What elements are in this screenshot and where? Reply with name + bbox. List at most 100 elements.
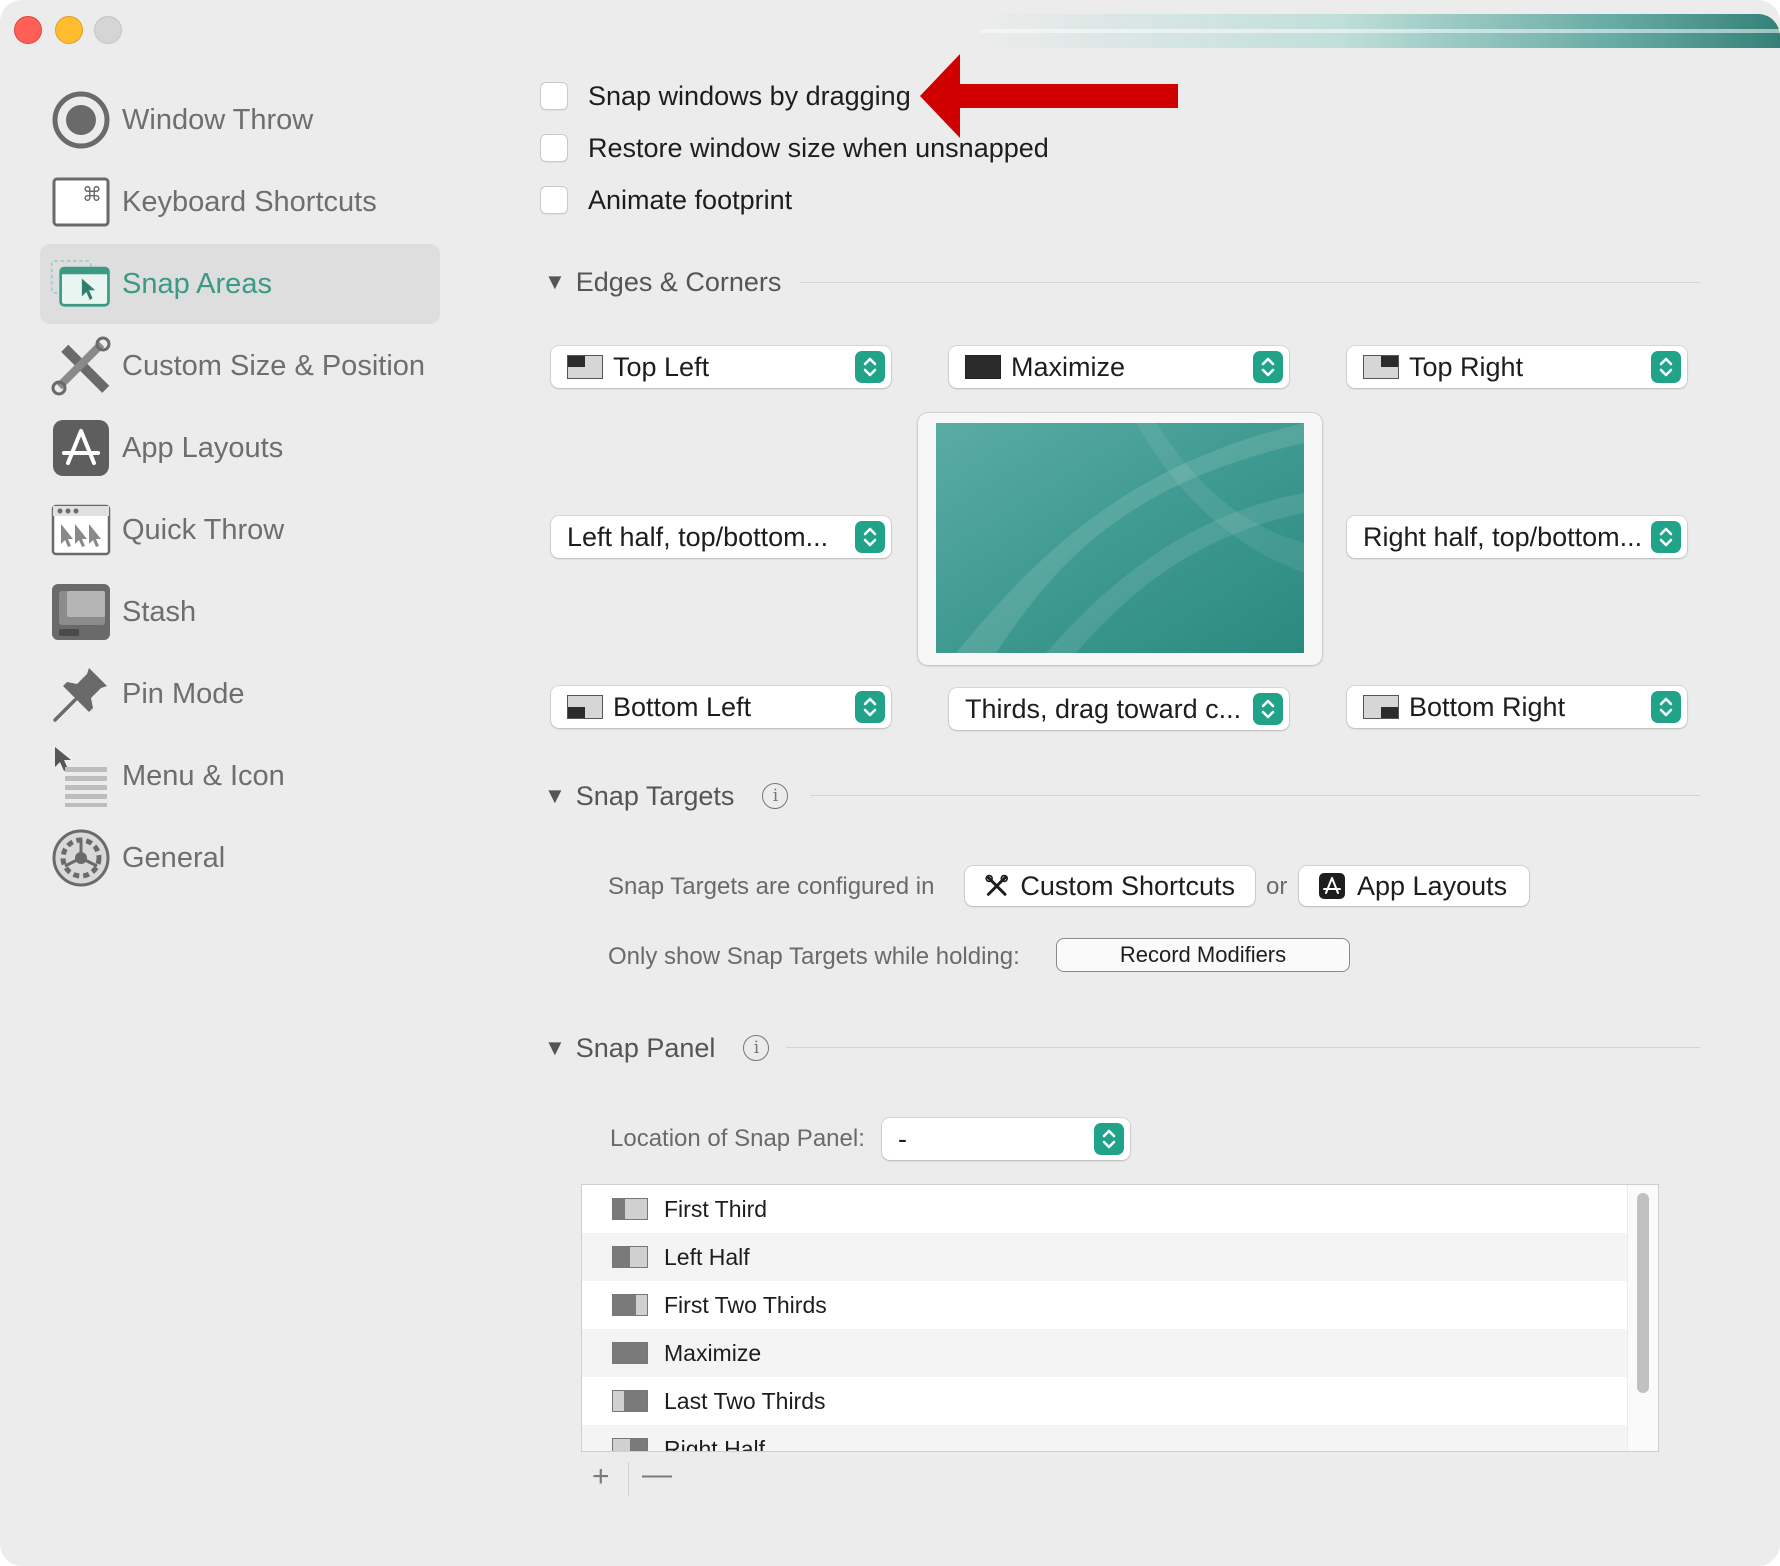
restore-size-label: Restore window size when unsnapped xyxy=(588,132,1049,163)
animate-footprint-checkbox[interactable] xyxy=(540,186,568,214)
sidebar-item-label: Pin Mode xyxy=(122,677,245,710)
window-throw-icon xyxy=(50,89,112,151)
list-controls-divider xyxy=(628,1462,629,1496)
sidebar-item-quick-throw[interactable]: Quick Throw xyxy=(40,490,440,570)
sidebar-item-label: Quick Throw xyxy=(122,513,285,546)
list-item[interactable]: Right Half xyxy=(582,1425,1630,1451)
snap-by-dragging-checkbox[interactable] xyxy=(540,82,568,110)
maximize-layout-icon xyxy=(965,355,1001,379)
close-button[interactable] xyxy=(14,16,42,44)
list-item[interactable]: Left Half xyxy=(582,1233,1630,1281)
stepper-chevrons-icon xyxy=(855,691,885,723)
app-layouts-icon xyxy=(1319,873,1345,899)
snap-panel-location-popup[interactable]: - xyxy=(882,1118,1130,1160)
minimize-button[interactable] xyxy=(55,16,83,44)
section-divider xyxy=(786,1047,1700,1048)
app-layouts-icon xyxy=(50,417,112,479)
location-label: Location of Snap Panel: xyxy=(610,1125,865,1152)
first-third-layout-icon xyxy=(612,1198,648,1220)
list-scroll-track[interactable] xyxy=(1627,1185,1658,1451)
info-icon[interactable]: i xyxy=(743,1035,770,1061)
add-item-button[interactable]: + xyxy=(592,1460,610,1494)
stepper-chevrons-icon xyxy=(1651,351,1681,383)
sidebar-item-app-layouts[interactable]: App Layouts xyxy=(40,408,440,488)
sidebar-item-keyboard-shortcuts[interactable]: ⌘ Keyboard Shortcuts xyxy=(40,162,440,242)
edges-corners-header[interactable]: ▼ Edges & Corners xyxy=(544,262,781,302)
sidebar-item-label: Menu & Icon xyxy=(122,759,285,792)
svg-text:⌘: ⌘ xyxy=(82,182,102,206)
sidebar-item-label: Custom Size & Position xyxy=(122,349,426,382)
restore-size-option[interactable]: Restore window size when unsnapped xyxy=(540,128,1049,168)
snap-by-dragging-label: Snap windows by dragging xyxy=(588,80,911,111)
disclosure-triangle-icon: ▼ xyxy=(544,783,566,808)
list-item-label: Last Two Thirds xyxy=(664,1387,826,1414)
tools-icon xyxy=(985,874,1009,896)
sidebar-item-snap-areas[interactable]: Snap Areas xyxy=(40,244,440,324)
popup-label: Left half, top/bottom... xyxy=(567,521,829,552)
sidebar-item-menu-icon[interactable]: Menu & Icon xyxy=(40,736,440,816)
app-layouts-label: App Layouts xyxy=(1357,870,1508,901)
general-gear-icon xyxy=(50,827,112,889)
snap-targets-header[interactable]: ▼ Snap Targets i xyxy=(544,776,789,816)
list-item[interactable]: First Two Thirds xyxy=(582,1281,1630,1329)
snap-panel-header[interactable]: ▼ Snap Panel i xyxy=(544,1028,770,1068)
sidebar-item-general[interactable]: General xyxy=(40,818,440,898)
stepper-chevrons-icon xyxy=(1253,693,1283,725)
top-center-popup[interactable]: Maximize xyxy=(949,346,1289,388)
or-text: or xyxy=(1266,873,1288,900)
info-icon[interactable]: i xyxy=(762,783,789,809)
sidebar-item-label: Stash xyxy=(122,595,197,628)
sidebar-item-stash[interactable]: Stash xyxy=(40,572,440,652)
top-right-popup[interactable]: Top Right xyxy=(1347,346,1687,388)
stepper-chevrons-icon xyxy=(1094,1123,1124,1155)
bottom-center-popup[interactable]: Thirds, drag toward c... xyxy=(949,688,1289,730)
sidebar-item-custom-size[interactable]: Custom Size & Position xyxy=(40,326,440,406)
last-two-thirds-layout-icon xyxy=(612,1390,648,1412)
list-item-label: Maximize xyxy=(664,1339,762,1366)
sidebar-item-window-throw[interactable]: Window Throw xyxy=(40,80,440,160)
popup-label: Bottom Right xyxy=(1409,691,1566,722)
list-item[interactable]: Maximize xyxy=(582,1329,1630,1377)
list-item-label: Left Half xyxy=(664,1243,750,1270)
custom-size-icon xyxy=(50,335,112,397)
snap-panel-list[interactable]: First Third Left Half First Two Thirds M… xyxy=(581,1184,1659,1452)
right-half-layout-icon xyxy=(612,1438,648,1451)
holding-text: Only show Snap Targets while holding: xyxy=(608,943,1020,970)
left-edge-popup[interactable]: Left half, top/bottom... xyxy=(551,516,891,558)
first-two-thirds-layout-icon xyxy=(612,1294,648,1316)
list-item[interactable]: Last Two Thirds xyxy=(582,1377,1630,1425)
stepper-chevrons-icon xyxy=(855,351,885,383)
disclosure-triangle-icon: ▼ xyxy=(544,269,566,294)
custom-shortcuts-button[interactable]: Custom Shortcuts xyxy=(965,866,1255,906)
list-item-label: First Third xyxy=(664,1195,768,1222)
right-edge-popup[interactable]: Right half, top/bottom... xyxy=(1347,516,1687,558)
sidebar-item-label: Keyboard Shortcuts xyxy=(122,185,377,218)
record-modifiers-button[interactable]: Record Modifiers xyxy=(1056,938,1350,972)
zoom-button[interactable] xyxy=(94,16,122,44)
list-scrollbar-thumb[interactable] xyxy=(1637,1193,1649,1393)
section-title: Edges & Corners xyxy=(575,266,782,297)
section-title: Snap Panel xyxy=(575,1032,716,1063)
desktop-preview xyxy=(918,413,1322,665)
app-layouts-button[interactable]: App Layouts xyxy=(1299,866,1529,906)
remove-item-button[interactable]: — xyxy=(642,1458,672,1492)
restore-size-checkbox[interactable] xyxy=(540,134,568,162)
sidebar-item-label: Snap Areas xyxy=(122,267,272,300)
top-left-popup[interactable]: Top Left xyxy=(551,346,891,388)
snap-by-dragging-option[interactable]: Snap windows by dragging xyxy=(540,76,911,116)
popup-label: Top Left xyxy=(613,351,710,382)
bottom-left-popup[interactable]: Bottom Left xyxy=(551,686,891,728)
sidebar-item-pin-mode[interactable]: Pin Mode xyxy=(40,654,440,734)
red-arrow-annotation xyxy=(920,54,1178,138)
sidebar-item-label: Window Throw xyxy=(122,103,314,136)
menu-icon xyxy=(50,745,112,807)
bottom-right-popup[interactable]: Bottom Right xyxy=(1347,686,1687,728)
list-item[interactable]: First Third xyxy=(582,1185,1630,1233)
stepper-chevrons-icon xyxy=(1253,351,1283,383)
stepper-chevrons-icon xyxy=(855,521,885,553)
stepper-chevrons-icon xyxy=(1651,521,1681,553)
animate-footprint-option[interactable]: Animate footprint xyxy=(540,180,792,220)
popup-label: Maximize xyxy=(1011,351,1126,382)
sidebar-item-label: App Layouts xyxy=(122,431,284,464)
wallpaper-thumbnail xyxy=(936,423,1304,653)
